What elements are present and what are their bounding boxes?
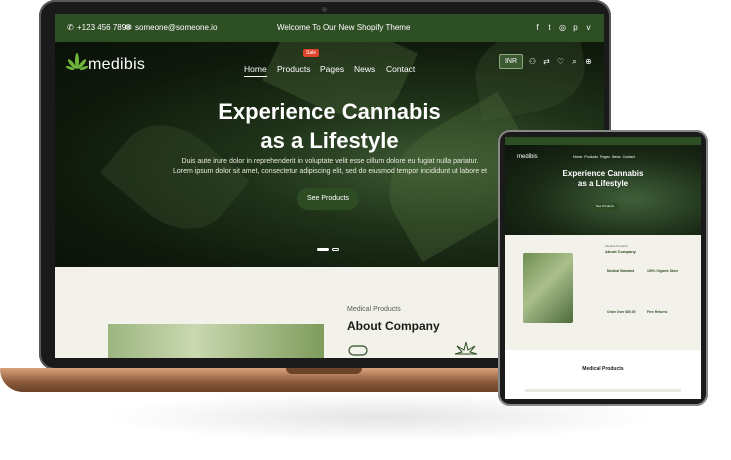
hero-description: Duis aute irure dolor in reprehenderit i… [165,157,495,177]
cannabis-leaf-icon [454,341,478,355]
topbar: ✆ +123 456 7890 ✉ someone@someone.io Wel… [55,14,604,42]
nav-contact[interactable]: Contact [386,64,415,74]
instagram-icon[interactable]: ◎ [558,23,567,32]
nav-products[interactable]: Products [277,64,311,74]
tablet-feature-4: Free Returns [647,310,668,314]
pill-icon [348,345,368,356]
heart-icon[interactable]: ♡ [556,57,565,66]
tablet-feature-3: Order Over $60.00 [607,310,636,314]
cart-icon[interactable]: ⊕ [584,57,593,66]
tablet-feature-2: 100% Organic Store [647,269,679,273]
tablet-product-row [525,389,681,392]
compare-icon[interactable]: ⇄ [542,57,551,66]
nav-home[interactable]: Home [244,64,267,77]
tablet-hero: medibis Home Products Pages News Contact… [505,145,701,235]
tablet-topbar [505,137,701,145]
tablet-screen: medibis Home Products Pages News Contact… [505,137,701,399]
mail-icon: ✉ [125,23,132,32]
twitter-icon[interactable]: t [545,23,554,32]
about-title: About Company [347,319,440,333]
slider-dot[interactable] [332,248,339,251]
tablet-about-image [523,253,573,323]
cannabis-leaf-logo-icon[interactable] [65,52,89,76]
tablet-hero-title: Experience Cannabis as a Lifestyle [505,169,701,189]
tablet-logo[interactable]: medibis [517,154,538,160]
logo-text[interactable]: medibis [88,56,145,74]
phone-icon: ✆ [67,23,74,32]
nav-pages[interactable]: Pages [320,64,344,74]
vimeo-icon[interactable]: v [584,23,593,32]
hero-title-line1: Experience Cannabis [218,99,441,124]
tablet-nav[interactable]: Home Products Pages News Contact [573,155,635,159]
see-products-button[interactable]: See Products [297,188,359,210]
hero-desc-line2: Lorem ipsum dolor sit amet, consectetur … [173,168,487,175]
currency-selector[interactable]: INR [499,54,523,69]
sale-badge: Sale [303,49,320,57]
nav-news[interactable]: News [354,64,375,74]
tablet-hero-title-line1: Experience Cannabis [562,169,644,178]
tablet-hero-title-line2: as a Lifestyle [577,179,629,188]
pinterest-icon[interactable]: p [571,23,580,32]
laptop-camera [322,7,327,12]
tablet-feature-1: Medical Standard [607,269,635,273]
about-kicker: Medical Products [347,306,401,313]
laptop-notch [286,368,362,374]
tablet-see-products-button[interactable]: See Products [591,203,619,210]
search-icon[interactable]: ⌕ [570,57,579,66]
announcement-text: Welcome To Our New Shopify Theme [277,23,411,32]
about-image [108,324,324,358]
tablet-about-kicker: Medical Products [605,244,629,248]
user-icon[interactable]: ⚇ [528,57,537,66]
phone-number[interactable]: +123 456 7890 [77,23,131,32]
tablet-section-title: Medical Products [582,366,624,372]
facebook-icon[interactable]: f [533,23,542,32]
hero-desc-line1: Duis aute irure dolor in reprehenderit i… [181,158,479,165]
email-address[interactable]: someone@someone.io [135,23,217,32]
slider-dot-active[interactable] [317,248,329,251]
tablet-about-title: About Company [605,249,636,254]
